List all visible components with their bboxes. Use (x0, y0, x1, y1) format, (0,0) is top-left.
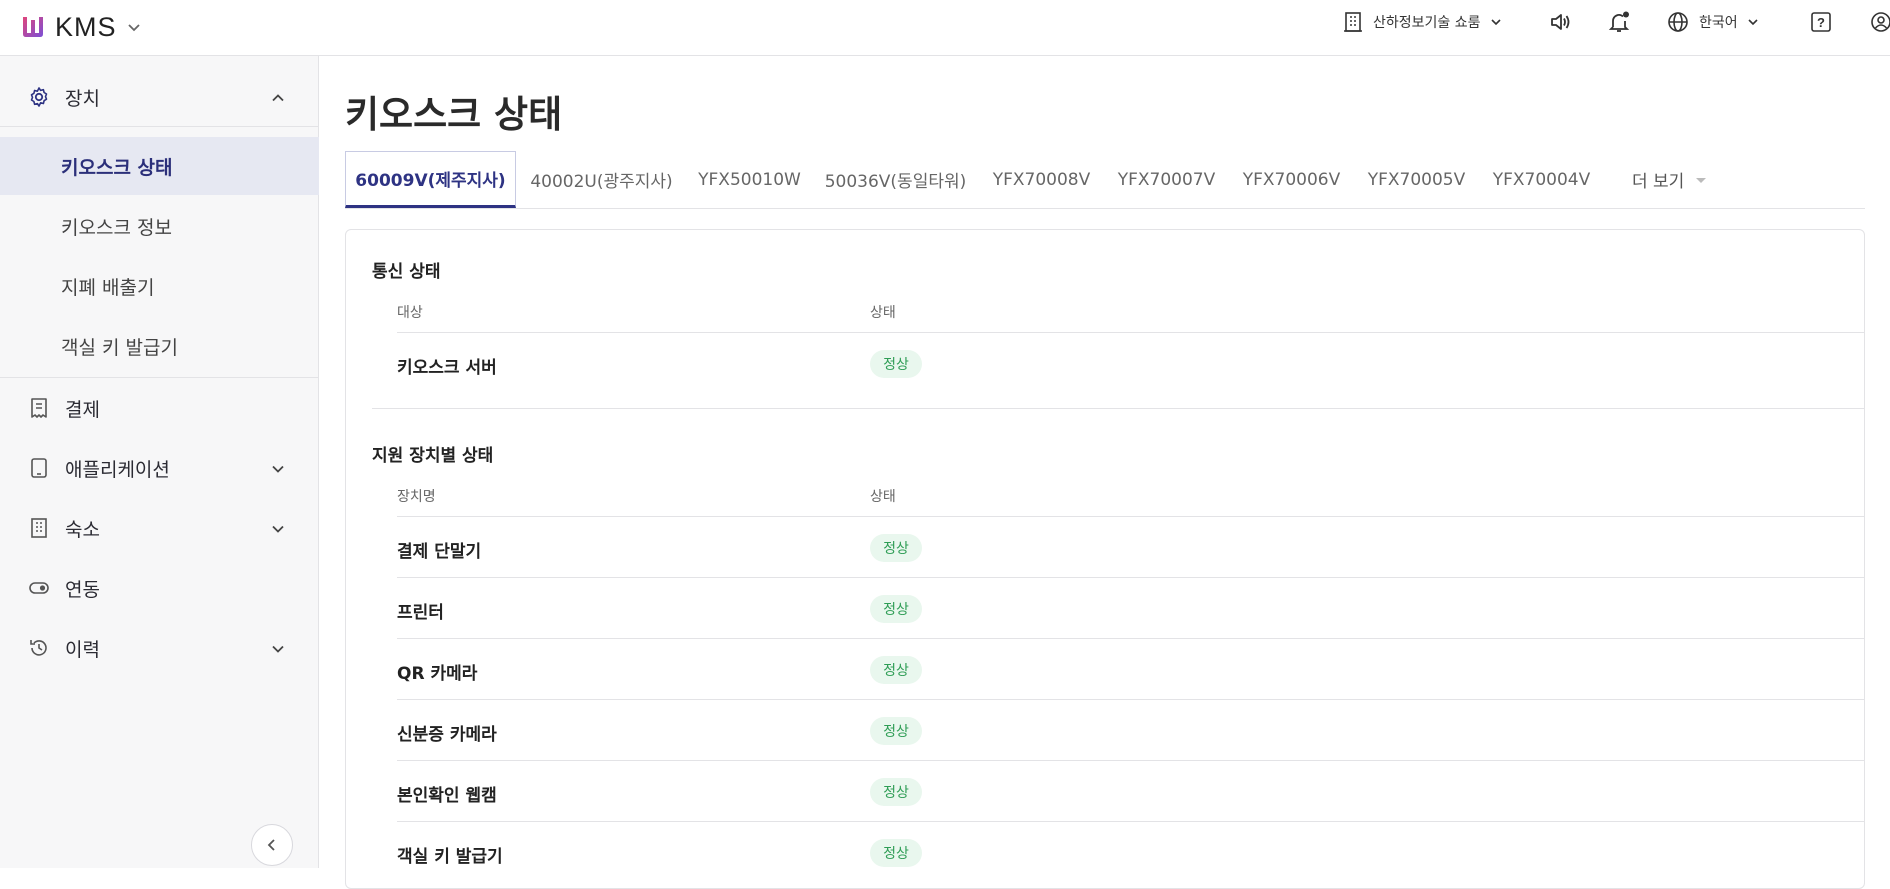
building-icon (1344, 12, 1362, 32)
nav-group-label: 이력 (65, 639, 100, 661)
chevron-left-icon (267, 839, 275, 851)
receipt-icon (31, 398, 47, 418)
sidebar-item-room-key-issuer[interactable]: 객실 키 발급기 (0, 317, 319, 375)
tab-kiosk[interactable]: YFX70004V (1479, 151, 1604, 208)
status-badge: 정상 (870, 778, 922, 806)
col-head-device: 장치명 (397, 489, 436, 505)
history-icon (30, 640, 47, 656)
status-badge: 정상 (870, 839, 922, 867)
speaker-icon (1551, 14, 1570, 30)
row-line (397, 638, 1865, 639)
sidebar-item-kiosk-info[interactable]: 키오스크 정보 (0, 197, 319, 255)
help-button[interactable]: ? (1810, 0, 1832, 44)
table-header-line (397, 332, 1865, 333)
status-panel: 통신 상태 대상 상태 키오스크 서버 정상 지원 장치별 상태 장치명 상태 … (345, 229, 1865, 889)
status-badge: 정상 (870, 656, 922, 684)
tab-kiosk[interactable]: YFX70007V (1104, 151, 1229, 208)
device-row-name: 신분증 카메라 (397, 725, 497, 745)
comm-row-name: 키오스크 서버 (397, 358, 497, 378)
tab-kiosk[interactable]: 40002U(광주지사) (516, 151, 687, 208)
building-icon (31, 518, 47, 538)
tab-kiosk[interactable]: 50036V(동일타워) (812, 151, 979, 208)
app-name: KMS (55, 11, 117, 42)
device-row-name: 객실 키 발급기 (397, 847, 503, 867)
nav-group-lodging[interactable]: 숙소 (0, 498, 319, 556)
nav-group-integration[interactable]: 연동 (0, 558, 319, 616)
status-badge: 정상 (870, 350, 922, 378)
tab-kiosk[interactable]: YFX70006V (1229, 151, 1354, 208)
table-header-line (397, 516, 1865, 517)
caret-down-icon (1696, 177, 1707, 183)
sidebar-item-label: 키오스크 상태 (61, 157, 173, 179)
device-row-name: 프린터 (397, 603, 444, 623)
tablet-icon (31, 458, 47, 478)
row-line (397, 577, 1865, 578)
device-row-name: 본인확인 웹캠 (397, 786, 497, 806)
device-row-name: QR 카메라 (397, 664, 478, 684)
col-head-status: 상태 (870, 305, 896, 321)
chevron-up-icon (272, 94, 284, 102)
language-label: 한국어 (1699, 15, 1738, 31)
page-title: 키오스크 상태 (345, 93, 563, 136)
row-line (397, 821, 1865, 822)
sidebar-item-label: 키오스크 정보 (61, 217, 172, 239)
chevron-down-icon (127, 24, 140, 32)
top-header: KMS 산하정보기술 쇼룸 한국어 ? (0, 0, 1890, 56)
nav-group-label: 장치 (65, 88, 100, 110)
profile-button[interactable] (1870, 0, 1890, 44)
chevron-down-icon (272, 645, 284, 653)
devices-section-title: 지원 장치별 상태 (372, 446, 494, 466)
logo-icon (23, 17, 43, 37)
tab-kiosk[interactable]: YFX70008V (979, 151, 1104, 208)
nav-group-label: 숙소 (65, 519, 100, 541)
status-badge: 정상 (870, 717, 922, 745)
nav-group-payment[interactable]: 결제 (0, 378, 319, 436)
org-selector[interactable]: 산하정보기술 쇼룸 (1343, 0, 1503, 44)
tab-kiosk[interactable]: 60009V(제주지사) (345, 151, 516, 208)
nav-group-history[interactable]: 이력 (0, 618, 319, 676)
user-icon (1871, 12, 1890, 32)
sidebar-collapse-button[interactable] (251, 824, 293, 866)
sidebar: 장치 키오스크 상태 키오스크 정보 지폐 배출기 객실 키 발급기 결제 애플… (0, 56, 319, 868)
nav-group-label: 애플리케이션 (65, 459, 170, 481)
more-label: 더 보기 (1632, 172, 1685, 192)
col-head-target: 대상 (397, 305, 423, 321)
nav-group-label: 연동 (65, 579, 100, 601)
chevron-down-icon (1490, 19, 1501, 26)
status-badge: 정상 (870, 595, 922, 623)
device-row-name: 결제 단말기 (397, 542, 482, 562)
row-line (397, 699, 1865, 700)
comm-section-title: 통신 상태 (372, 262, 441, 282)
gear-icon (30, 87, 48, 107)
notifications-button[interactable] (1607, 0, 1631, 44)
nav-group-device[interactable]: 장치 (0, 67, 319, 125)
sidebar-item-label: 지폐 배출기 (61, 277, 155, 299)
bell-icon (1608, 11, 1630, 32)
org-name: 산하정보기술 쇼룸 (1373, 15, 1481, 31)
status-badge: 정상 (870, 534, 922, 562)
sidebar-item-bill-dispenser[interactable]: 지폐 배출기 (0, 257, 319, 315)
chevron-down-icon (272, 525, 284, 533)
chevron-down-icon (1748, 19, 1758, 26)
col-head-status: 상태 (870, 489, 896, 505)
sidebar-item-kiosk-status[interactable]: 키오스크 상태 (0, 137, 319, 195)
nav-group-label: 결제 (65, 399, 100, 421)
row-line (397, 760, 1865, 761)
tab-kiosk[interactable]: YFX50010W (687, 151, 812, 208)
help-icon: ? (1811, 12, 1831, 32)
tabs-more-button[interactable]: 더 보기 (1632, 151, 1708, 208)
toggle-icon (29, 582, 49, 594)
sidebar-item-label: 객실 키 발급기 (61, 337, 178, 359)
app-switcher[interactable]: KMS (20, 10, 143, 44)
sound-button[interactable] (1548, 0, 1572, 44)
nav-group-application[interactable]: 애플리케이션 (0, 438, 319, 496)
language-selector[interactable]: 한국어 (1667, 0, 1760, 44)
kiosk-tabs: 60009V(제주지사) 40002U(광주지사) YFX50010W 5003… (345, 151, 1865, 209)
section-divider (372, 408, 1865, 409)
chevron-down-icon (272, 465, 284, 473)
tab-kiosk[interactable]: YFX70005V (1354, 151, 1479, 208)
divider (0, 126, 319, 127)
globe-icon (1668, 12, 1688, 32)
svg-text:?: ? (1817, 15, 1825, 30)
